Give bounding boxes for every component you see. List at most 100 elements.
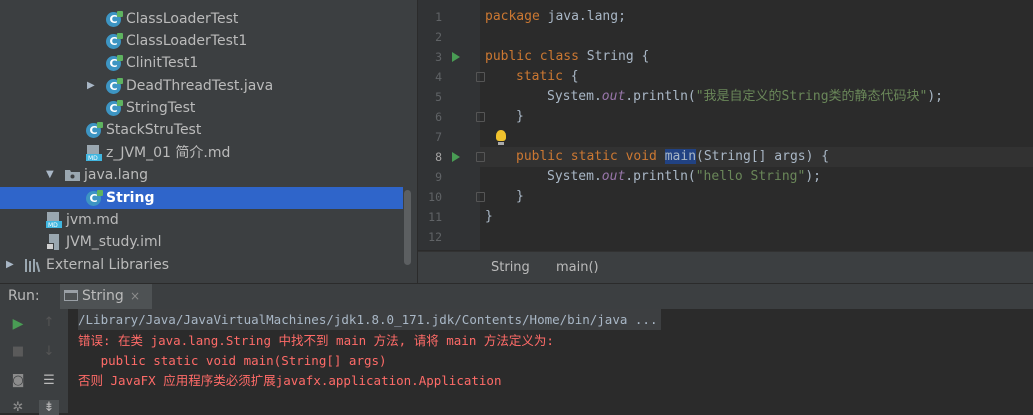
line-number: 3 bbox=[435, 50, 442, 64]
line-number: 4 bbox=[435, 70, 442, 84]
run-tab-string[interactable]: String × bbox=[60, 284, 152, 309]
code-text: ); bbox=[805, 169, 821, 184]
code-line-5: System.out.println("我是自定义的String类的静态代码块"… bbox=[547, 87, 943, 107]
line-number: 9 bbox=[435, 170, 442, 184]
fold-marker-icon[interactable] bbox=[476, 152, 485, 162]
rerun-icon[interactable]: ▶ bbox=[8, 316, 28, 332]
tree-item-clinittest1[interactable]: C ClinitTest1 bbox=[0, 52, 403, 74]
run-toolbar: Run: String × bbox=[0, 283, 1033, 309]
code-line-9: System.out.println("hello String"); bbox=[547, 167, 821, 187]
line-number: 1 bbox=[435, 10, 442, 24]
code-text: java.lang; bbox=[539, 9, 626, 24]
run-label: Run: bbox=[8, 288, 40, 304]
code-line-8: public static void main(String[] args) { bbox=[516, 147, 829, 167]
breadcrumb-item-method[interactable]: main() bbox=[556, 252, 599, 283]
java-class-icon: C bbox=[86, 190, 103, 206]
console-line-error: 否则 JavaFX 应用程序类必须扩展javafx.application.Ap… bbox=[78, 373, 502, 388]
console-line-command[interactable]: /Library/Java/JavaVirtualMachines/jdk1.8… bbox=[78, 309, 662, 330]
svg-text:MD: MD bbox=[88, 155, 98, 161]
tree-item-jvm-md[interactable]: MD jvm.md bbox=[0, 209, 403, 231]
code-line-6: } bbox=[516, 107, 524, 127]
collapse-arrow-icon[interactable]: ▼ bbox=[46, 164, 54, 186]
run-main-icon[interactable] bbox=[452, 152, 460, 162]
tree-item-label: String bbox=[106, 190, 155, 206]
tree-item-label: jvm.md bbox=[66, 212, 119, 228]
project-tree: C ClassLoaderTest C ClassLoaderTest1 C C… bbox=[0, 0, 417, 283]
line-number: 11 bbox=[428, 210, 442, 224]
package-icon bbox=[65, 170, 80, 181]
code-text: } bbox=[485, 209, 493, 224]
code-text: } bbox=[516, 109, 524, 124]
console-line-error: 错误: 在类 java.lang.String 中找不到 main 方法, 请将… bbox=[78, 333, 554, 348]
fold-marker-icon[interactable] bbox=[476, 112, 485, 122]
keyword: public class bbox=[485, 49, 579, 64]
fold-marker-icon[interactable] bbox=[476, 72, 485, 82]
java-class-icon: C bbox=[106, 33, 123, 49]
markdown-file-icon: MD bbox=[46, 212, 62, 228]
console-output[interactable]: /Library/Java/JavaVirtualMachines/jdk1.8… bbox=[68, 309, 1033, 413]
java-class-icon: C bbox=[86, 122, 103, 138]
arrow-down-icon[interactable]: ↓ bbox=[39, 344, 59, 359]
java-class-icon: C bbox=[106, 55, 123, 71]
tree-item-label: ClinitTest1 bbox=[126, 55, 199, 71]
keyword: static bbox=[516, 69, 563, 84]
tree-item-stringtest[interactable]: C StringTest bbox=[0, 97, 403, 119]
tree-item-stackstrutest[interactable]: C StackStruTest bbox=[0, 119, 403, 141]
tree-item-label: ClassLoaderTest bbox=[126, 11, 239, 27]
keyword: package bbox=[485, 9, 540, 24]
arrow-up-icon[interactable]: ↑ bbox=[39, 315, 59, 330]
stop-icon[interactable]: ■ bbox=[8, 344, 28, 359]
tree-item-label: StringTest bbox=[126, 100, 196, 116]
tree-item-deadthreadtest[interactable]: ▶ C DeadThreadTest.java bbox=[0, 75, 403, 97]
tree-item-z-jvm-01[interactable]: MD z_JVM_01 简介.md bbox=[0, 142, 403, 164]
tree-item-java-lang[interactable]: ▼ java.lang bbox=[0, 164, 403, 186]
svg-text:MD: MD bbox=[48, 222, 58, 228]
tree-item-label: StackStruTest bbox=[106, 122, 202, 138]
java-class-icon: C bbox=[106, 78, 123, 94]
fold-marker-icon[interactable] bbox=[476, 192, 485, 202]
tree-item-jvm-study-iml[interactable]: JVM_study.iml bbox=[0, 231, 403, 253]
line-number: 7 bbox=[435, 130, 442, 144]
code-line-10: } bbox=[516, 187, 524, 207]
run-class-icon[interactable] bbox=[452, 52, 460, 62]
code-text: ); bbox=[927, 89, 944, 104]
tree-scrollbar[interactable] bbox=[404, 190, 411, 265]
line-number: 10 bbox=[428, 190, 442, 204]
code-line-1: package java.lang; bbox=[485, 7, 626, 27]
line-number: 12 bbox=[428, 230, 442, 244]
code-text: System. bbox=[547, 89, 602, 104]
highlighted-identifier: main bbox=[664, 149, 697, 164]
camera-icon[interactable]: ◙ bbox=[8, 373, 28, 388]
tree-item-label: z_JVM_01 简介.md bbox=[106, 145, 231, 161]
tree-item-string[interactable]: C String bbox=[0, 187, 403, 209]
tree-item-label: JVM_study.iml bbox=[66, 234, 162, 250]
keyword: public static void bbox=[516, 149, 657, 164]
line-number: 2 bbox=[435, 30, 442, 44]
tree-item-label: ClassLoaderTest1 bbox=[126, 33, 248, 49]
string-literal: "我是自定义的String类的静态代码块" bbox=[695, 89, 928, 104]
soft-wrap-icon[interactable]: ☰ bbox=[39, 373, 59, 388]
code-text: .println( bbox=[625, 89, 696, 104]
code-text: { bbox=[562, 69, 579, 84]
close-icon[interactable]: × bbox=[130, 284, 140, 308]
expand-arrow-icon[interactable]: ▶ bbox=[87, 75, 95, 97]
line-number: 6 bbox=[435, 110, 442, 124]
line-number: 8 bbox=[435, 150, 442, 164]
code-editor[interactable]: 1 2 3 4 5 6 7 8 9 10 11 12 package java.… bbox=[418, 0, 1033, 250]
console-icon bbox=[64, 290, 78, 301]
field-ref: out bbox=[601, 89, 626, 104]
tree-item-label: External Libraries bbox=[46, 257, 169, 273]
tree-item-external-libraries[interactable]: ▶ External Libraries bbox=[0, 254, 403, 276]
code-line-4: static { bbox=[516, 67, 579, 87]
tree-item-classloadertest[interactable]: C ClassLoaderTest bbox=[0, 8, 403, 30]
run-tab-label: String bbox=[82, 288, 124, 304]
tree-item-classloadertest1[interactable]: C ClassLoaderTest1 bbox=[0, 30, 403, 52]
expand-arrow-icon[interactable]: ▶ bbox=[6, 254, 14, 276]
string-literal: "hello String" bbox=[695, 169, 806, 184]
line-number: 5 bbox=[435, 90, 442, 104]
code-text: .println( bbox=[625, 169, 696, 184]
breadcrumb-item-class[interactable]: String bbox=[491, 252, 530, 283]
lightbulb-icon[interactable] bbox=[496, 130, 506, 145]
java-class-icon: C bbox=[106, 11, 123, 27]
